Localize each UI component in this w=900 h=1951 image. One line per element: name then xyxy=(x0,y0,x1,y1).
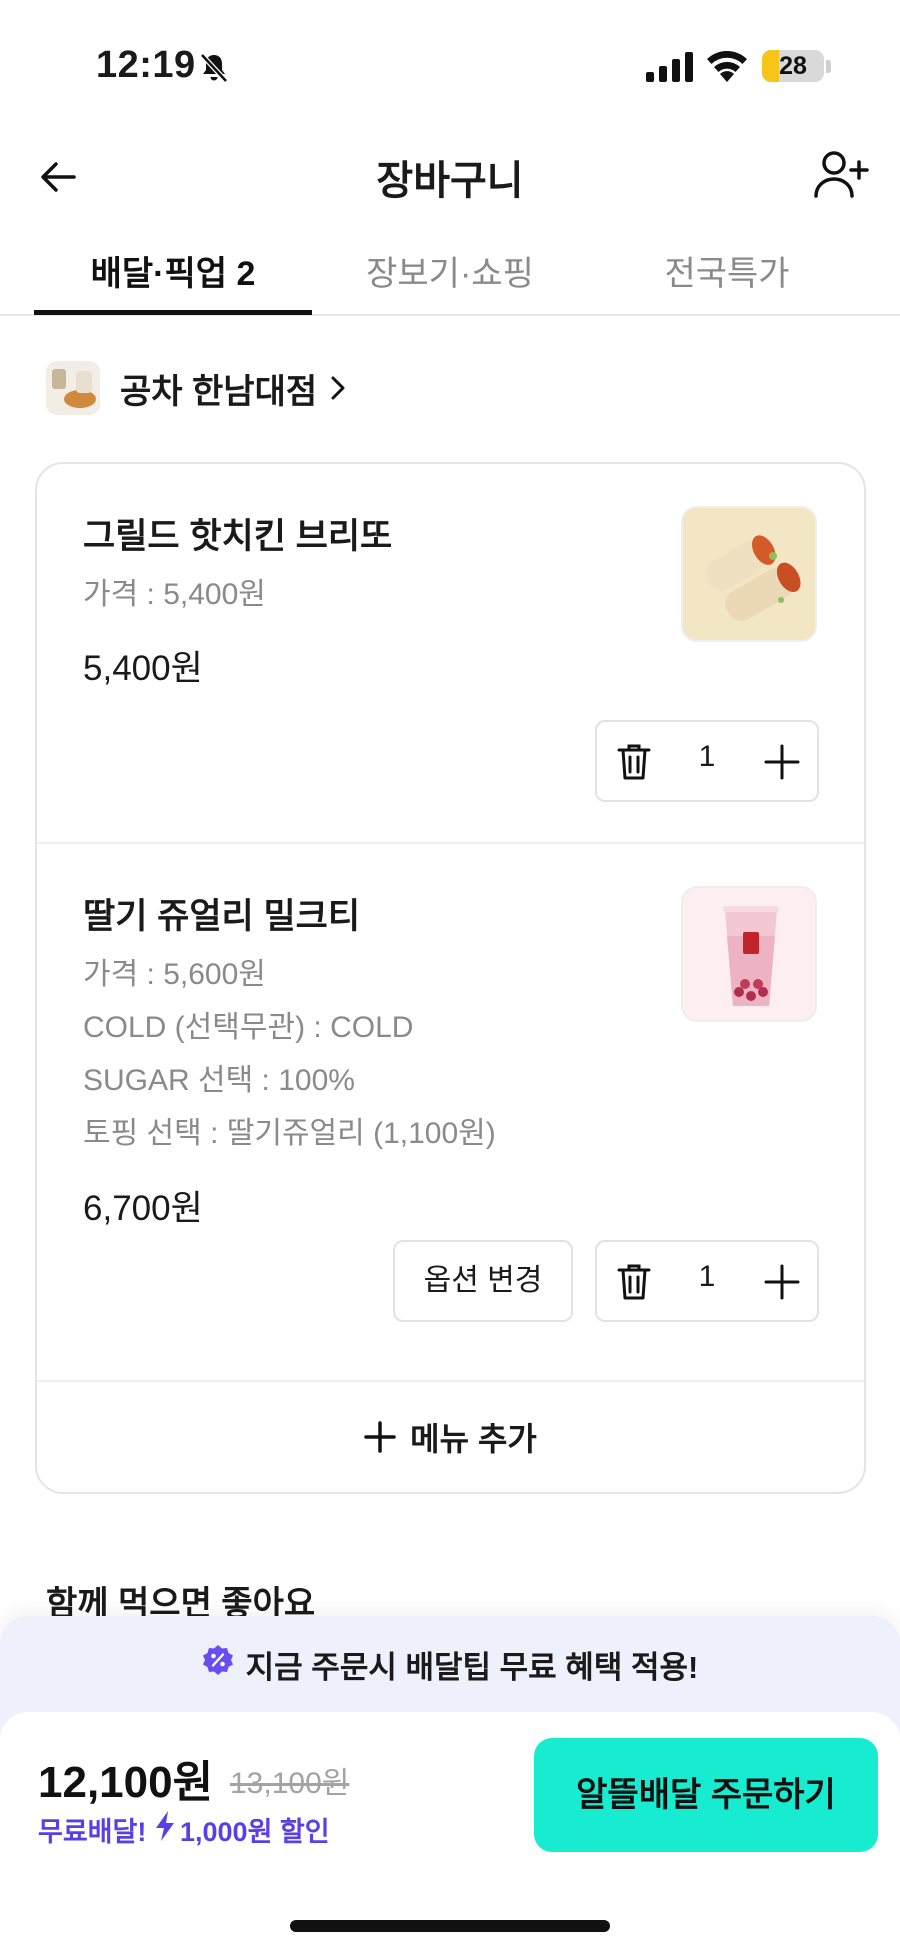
free-delivery-label: 무료배달! xyxy=(38,1817,147,1847)
store-link[interactable]: 공차 한남대점 xyxy=(46,358,349,418)
bell-slash-icon xyxy=(200,53,228,83)
tab-bar: 배달·픽업 2 장보기·쇼핑 전국특가 xyxy=(0,232,900,316)
add-menu-button[interactable]: 메뉴 추가 xyxy=(37,1382,864,1492)
cart-item: 그릴드 핫치킨 브리또 가격 : 5,400원 5,400원 1 xyxy=(37,464,864,844)
page-title: 장바구니 xyxy=(376,159,524,203)
benefit-text: 지금 주문시 배달팁 무료 혜택 적용! xyxy=(245,1650,699,1685)
item-option: COLD (선택무관) : COLD xyxy=(83,1011,414,1044)
chevron-right-icon xyxy=(331,376,345,400)
status-bar: 12:19 28 xyxy=(0,0,900,130)
tab-grocery-shopping[interactable]: 장보기·쇼핑 xyxy=(311,246,589,295)
item-total: 6,700원 xyxy=(83,1189,203,1228)
item-name: 그릴드 핫치킨 브리또 xyxy=(83,517,393,556)
milk-tea-image[interactable] xyxy=(681,886,817,1022)
wifi-icon xyxy=(707,51,747,82)
cart-card: 그릴드 핫치킨 브리또 가격 : 5,400원 5,400원 1 딸기 쥬얼리 … xyxy=(35,462,866,1494)
battery-level: 28 xyxy=(779,52,807,80)
battery-tip xyxy=(826,60,831,73)
header: 장바구니 xyxy=(0,130,900,230)
cart-item: 딸기 쥬얼리 밀크티 가격 : 5,600원 COLD (선택무관) : COL… xyxy=(37,844,864,1382)
plus-icon[interactable] xyxy=(763,743,801,781)
plus-icon xyxy=(364,1421,396,1453)
active-tab-indicator xyxy=(34,310,312,315)
order-bar: 12,100원 13,100원 무료배달! 1,000원 할인 알뜰배달 주문하… xyxy=(0,1712,900,1951)
tab-delivery-pickup[interactable]: 배달·픽업 2 xyxy=(34,246,312,295)
home-indicator xyxy=(290,1920,610,1932)
item-options: 가격 : 5,400원 xyxy=(83,568,266,621)
quantity-stepper: 1 xyxy=(595,720,819,802)
original-price: 13,100원 xyxy=(230,1767,350,1800)
order-button[interactable]: 알뜰배달 주문하기 xyxy=(534,1738,878,1852)
change-options-button[interactable]: 옵션 변경 xyxy=(393,1240,573,1322)
add-user-icon[interactable] xyxy=(812,148,870,202)
status-time: 12:19 xyxy=(96,44,196,86)
discount-badge-icon xyxy=(202,1645,233,1675)
quantity-stepper: 1 xyxy=(595,1240,819,1322)
signal-icon xyxy=(646,52,693,82)
item-option: 토핑 선택 : 딸기쥬얼리 (1,100원) xyxy=(83,1117,496,1150)
item-total: 5,400원 xyxy=(83,649,203,688)
burrito-image[interactable] xyxy=(681,506,817,642)
item-name: 딸기 쥬얼리 밀크티 xyxy=(83,897,361,936)
item-option: 가격 : 5,400원 xyxy=(83,578,266,611)
add-menu-label: 메뉴 추가 xyxy=(410,1421,537,1457)
item-option: 가격 : 5,600원 xyxy=(83,958,266,991)
tab-nationwide-deals[interactable]: 전국특가 xyxy=(588,246,866,295)
battery-icon: 28 xyxy=(762,50,824,82)
plus-icon[interactable] xyxy=(763,1263,801,1301)
discount-label: 1,000원 할인 xyxy=(180,1817,330,1847)
lightning-icon xyxy=(156,1811,174,1841)
total-price: 12,100원 xyxy=(38,1758,214,1807)
store-name: 공차 한남대점 xyxy=(120,372,318,411)
item-options: 가격 : 5,600원 COLD (선택무관) : COLD SUGAR 선택 … xyxy=(83,948,496,1160)
item-option: SUGAR 선택 : 100% xyxy=(83,1064,355,1097)
store-thumbnail xyxy=(46,361,100,415)
